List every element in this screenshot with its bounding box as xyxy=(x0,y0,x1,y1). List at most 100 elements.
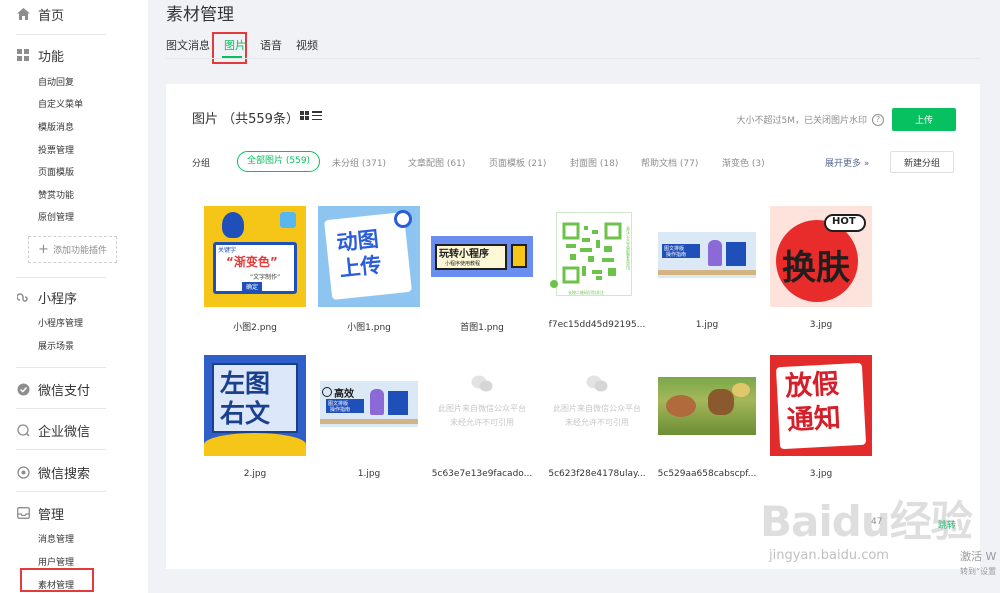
blocked-text-2: 未经允许不可引用 xyxy=(565,418,629,427)
plus-icon: + xyxy=(38,242,49,257)
image-caption: 5c623f28e4178ulay... xyxy=(548,469,646,479)
image-item[interactable]: 放假 通知 3.jpg xyxy=(770,355,872,479)
wechat-logo-icon xyxy=(471,375,493,392)
nav-work-wechat[interactable]: 企业微信 xyxy=(16,420,90,440)
add-plugin-label: 添加功能插件 xyxy=(52,246,107,256)
zuotu-line1: 左图 xyxy=(220,369,271,398)
sidebar: 首页 功能 自动回复 自定义菜单 模版消息 投票管理 页面模版 赞赏功能 原创管… xyxy=(0,0,148,593)
image-caption: 3.jpg xyxy=(809,320,833,330)
sidebar-item-miniprogram-manage[interactable]: 小程序管理 xyxy=(38,317,83,331)
work-wechat-icon xyxy=(16,423,30,437)
image-thumbnail: 放假 通知 xyxy=(770,355,872,456)
sidebar-item-auto-reply[interactable]: 自动回复 xyxy=(38,76,74,90)
blocked-text-1: 此图片来自微信公众平台 xyxy=(553,404,641,413)
sidebar-item-reward[interactable]: 赞赏功能 xyxy=(38,189,74,203)
gaoxiao-label: 高效 xyxy=(334,389,354,400)
divider xyxy=(166,58,980,59)
image-item[interactable]: 5c529aa658cabscpf... xyxy=(656,355,758,479)
tab-bar: 图文消息 图片 语音 视频 xyxy=(166,38,332,54)
group-chip-article[interactable]: 文章配图 (61) xyxy=(408,156,465,169)
grid-view-icon[interactable] xyxy=(300,111,309,120)
banner-subtitle: 小程序使用教程 xyxy=(445,261,481,267)
divider xyxy=(16,491,106,492)
nav-miniprogram[interactable]: 小程序 xyxy=(16,287,77,307)
image-item[interactable]: 高效 图文排版 操作指南 1.jpg xyxy=(318,355,420,479)
new-group-button[interactable]: 新建分组 xyxy=(890,151,954,173)
dongtu-line2: 上传 xyxy=(338,252,383,282)
activate-windows-text: 激活 W xyxy=(960,550,997,563)
sidebar-item-vote[interactable]: 投票管理 xyxy=(38,144,74,158)
nav-miniprogram-label: 小程序 xyxy=(38,291,78,307)
help-icon[interactable]: ? xyxy=(872,113,884,126)
image-caption: 首图1.png xyxy=(460,323,504,333)
qr-code-icon xyxy=(562,222,622,284)
nav-wechat-search[interactable]: 微信搜索 xyxy=(16,462,90,482)
image-item[interactable]: 此图片来自微信公众平台 未经允许不可引用 5c623f28e4178ulay..… xyxy=(546,355,648,479)
blocked-text-1: 此图片来自微信公众平台 xyxy=(438,404,526,413)
nav-manage[interactable]: 管理 xyxy=(16,503,64,523)
image-caption: 5c529aa658cabscpf... xyxy=(657,469,757,479)
image-item[interactable]: 玩转小程序 小程序使用教程 首图1.png xyxy=(431,206,533,333)
nav-home[interactable]: 首页 xyxy=(16,4,64,24)
search-icon xyxy=(16,465,30,479)
banner-title: 玩转小程序 xyxy=(439,249,489,260)
group-chip-page-template[interactable]: 页面模板 (21) xyxy=(489,156,546,169)
group-chip-gradient[interactable]: 渐变色 (3) xyxy=(722,156,765,169)
group-chip-cover[interactable]: 封面图 (18) xyxy=(570,156,618,169)
huanfu-label: 换肤 xyxy=(782,248,850,288)
group-chip-help[interactable]: 帮助文档 (77) xyxy=(641,156,698,169)
highlight-box xyxy=(212,32,247,64)
image-caption: 3.jpg xyxy=(809,469,833,479)
expand-more-link[interactable]: 展开更多 » xyxy=(825,156,869,169)
inbox-icon xyxy=(16,506,30,520)
image-thumbnail: 图文排版 操作指南 xyxy=(656,206,758,307)
image-thumbnail: 关键字 “渐变色” “文字制作” 确定 xyxy=(204,206,306,307)
group-chip-ungrouped[interactable]: 未分组 (371) xyxy=(332,156,386,169)
add-plugin-button[interactable]: + 添加功能插件 xyxy=(28,236,117,263)
image-item[interactable]: 关键字 “渐变色” “文字制作” 确定 小图2.png xyxy=(204,206,306,333)
image-thumbnail: 左图 右文 xyxy=(204,355,306,456)
home-icon xyxy=(16,7,30,21)
image-item[interactable]: 动图 上传 小图1.png xyxy=(318,206,420,333)
tab-voice[interactable]: 语音 xyxy=(260,38,282,54)
divider xyxy=(16,367,106,368)
image-item[interactable]: HOT 换肤 3.jpg xyxy=(770,206,872,330)
sidebar-item-message-manage[interactable]: 消息管理 xyxy=(38,533,74,547)
nav-function[interactable]: 功能 xyxy=(16,45,64,65)
image-item[interactable]: 此图片来自微信公众平台 未经允许不可引用 5c63e7e13e9facado..… xyxy=(431,355,533,479)
sidebar-item-custom-menu[interactable]: 自定义菜单 xyxy=(38,98,83,112)
nav-work-wechat-label: 企业微信 xyxy=(38,424,91,440)
poster-confirm: 确定 xyxy=(242,282,263,291)
group-chip-all[interactable]: 全部图片 (559) xyxy=(237,151,321,172)
group-filter-bar: 分组 全部图片 (559) 未分组 (371) 文章配图 (61) 页面模板 (… xyxy=(192,151,954,173)
wechat-logo-icon xyxy=(586,375,608,392)
image-caption: 2.jpg xyxy=(243,469,267,479)
poster-subtitle: “文字制作” xyxy=(250,274,281,281)
nav-function-label: 功能 xyxy=(38,49,65,65)
upload-hint-text: 大小不超过5M，已关闭图片水印 xyxy=(736,116,868,126)
tab-video[interactable]: 视频 xyxy=(296,38,318,54)
image-item[interactable]: 图文排版 操作指南 1.jpg xyxy=(656,206,758,330)
nav-wechat-pay[interactable]: 微信支付 xyxy=(16,379,90,399)
sidebar-item-template-message[interactable]: 模版消息 xyxy=(38,121,74,135)
blocked-text-2: 未经允许不可引用 xyxy=(450,418,514,427)
image-item[interactable]: 关注公众号获取更多资讯 长按二维码识别关注 f7ec15dd45d92195..… xyxy=(546,206,648,330)
sidebar-item-page-template[interactable]: 页面模版 xyxy=(38,166,74,180)
image-caption: 1.jpg xyxy=(357,469,381,479)
view-toggle xyxy=(300,111,322,120)
upload-button[interactable]: 上传 xyxy=(892,108,956,131)
poster-title: “渐变色” xyxy=(226,255,278,269)
image-caption: 5c63e7e13e9facado... xyxy=(431,469,533,479)
chevron-down-icon: » xyxy=(863,159,870,169)
expand-more-label: 展开更多 xyxy=(825,159,862,169)
baidu-watermark-url: jingyan.baidu.com xyxy=(769,548,889,563)
miniprogram-icon xyxy=(16,290,30,304)
image-caption: 小图2.png xyxy=(233,323,277,333)
image-thumbnail xyxy=(656,355,758,456)
sidebar-item-scene[interactable]: 展示场景 xyxy=(38,340,74,354)
tab-articles[interactable]: 图文消息 xyxy=(166,38,210,54)
nav-wechat-pay-label: 微信支付 xyxy=(38,383,91,399)
image-item[interactable]: 左图 右文 2.jpg xyxy=(204,355,306,479)
list-view-icon[interactable] xyxy=(312,111,322,120)
sidebar-item-original[interactable]: 原创管理 xyxy=(38,211,74,225)
